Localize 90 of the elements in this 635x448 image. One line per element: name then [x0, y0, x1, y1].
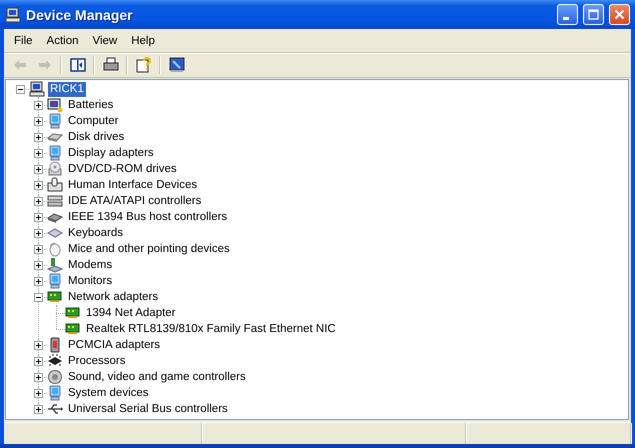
- expand-toggle[interactable]: [34, 356, 42, 366]
- network-card-icon: [65, 321, 81, 337]
- plus-icon: [34, 134, 42, 140]
- tree-item[interactable]: Network adapters: [66, 290, 160, 304]
- tree-item[interactable]: IEEE 1394 Bus host controllers: [66, 210, 230, 224]
- expand-toggle[interactable]: [34, 276, 42, 286]
- plus-icon: [34, 374, 42, 380]
- expand-toggle[interactable]: [34, 100, 42, 110]
- plus-icon: [34, 102, 42, 108]
- plus-icon: [34, 342, 42, 348]
- plus-icon: [34, 230, 42, 236]
- plus-icon: [34, 182, 42, 188]
- tree-item[interactable]: Mice and other pointing devices: [66, 242, 232, 256]
- minimize-icon: [562, 17, 568, 20]
- window-title: Device Manager: [26, 6, 134, 22]
- network-card-icon: [47, 289, 63, 305]
- tree-item[interactable]: Sound, video and game controllers: [66, 370, 248, 384]
- plus-icon: [34, 390, 42, 396]
- monitor-icon: [47, 113, 63, 129]
- plus-icon: [34, 150, 42, 156]
- expand-toggle[interactable]: [34, 180, 42, 190]
- expand-toggle[interactable]: [34, 164, 42, 174]
- tree-item[interactable]: RICK1: [48, 82, 86, 96]
- expand-toggle[interactable]: [34, 292, 42, 302]
- monitor-icon: [47, 385, 63, 401]
- tree-item[interactable]: Processors: [66, 354, 128, 368]
- expand-toggle[interactable]: [34, 228, 42, 238]
- expand-toggle[interactable]: [34, 244, 42, 254]
- plus-icon: [34, 246, 42, 252]
- plus-icon: [34, 214, 42, 220]
- tree-item[interactable]: Realtek RTL8139/810x Family Fast Ethernet NIC: [84, 322, 338, 336]
- menu-item[interactable]: File: [7, 32, 40, 48]
- menu-item[interactable]: View: [86, 32, 124, 48]
- modem-icon: [47, 257, 63, 273]
- tree-item[interactable]: Batteries: [66, 98, 116, 112]
- tree-item[interactable]: Display adapters: [66, 146, 156, 160]
- tree-item[interactable]: Disk drives: [66, 130, 126, 144]
- plus-icon: [34, 262, 42, 268]
- monitor-properties-icon: [168, 57, 184, 73]
- computer-icon: [29, 81, 45, 97]
- tree-item[interactable]: IDE ATA/ATAPI controllers: [66, 194, 204, 208]
- plus-icon: [34, 118, 42, 124]
- plus-icon: [34, 166, 42, 172]
- monitor-icon: [47, 273, 63, 289]
- tree-item[interactable]: Computer: [66, 114, 120, 128]
- tree-item[interactable]: System devices: [66, 386, 151, 400]
- expand-toggle[interactable]: [34, 388, 42, 398]
- printer-icon: [102, 57, 118, 73]
- menu-item[interactable]: Help: [124, 32, 162, 48]
- speaker-icon: [47, 369, 63, 385]
- monitor-icon: [47, 145, 63, 161]
- expand-toggle[interactable]: [34, 260, 42, 270]
- plus-icon: [34, 278, 42, 284]
- expand-toggle[interactable]: [34, 372, 42, 382]
- expand-toggle[interactable]: [34, 132, 42, 142]
- computer-icon: [5, 6, 21, 22]
- tree-item[interactable]: DVD/CD-ROM drives: [66, 162, 179, 176]
- processor-icon: [47, 353, 63, 369]
- maximize-button[interactable]: [583, 4, 604, 25]
- forward-arrow-icon: [36, 57, 52, 73]
- disc-icon: [47, 161, 63, 177]
- expand-toggle[interactable]: [34, 148, 42, 158]
- keyboard-mouse-icon: [47, 177, 63, 193]
- close-button[interactable]: [609, 4, 630, 25]
- drive-controller-icon: [47, 193, 63, 209]
- tree-item[interactable]: Human Interface Devices: [66, 178, 200, 192]
- expand-toggle[interactable]: [34, 196, 42, 206]
- mouse-icon: [47, 241, 63, 257]
- tree-item[interactable]: Universal Serial Bus controllers: [66, 402, 230, 416]
- help-icon: [136, 57, 152, 73]
- expand-toggle[interactable]: [34, 212, 42, 222]
- expand-toggle[interactable]: [34, 340, 42, 350]
- battery-icon: [47, 97, 63, 113]
- tree-item[interactable]: Modems: [66, 258, 114, 272]
- expand-toggle[interactable]: [34, 404, 42, 414]
- maximize-icon: [588, 9, 599, 20]
- plus-icon: [34, 406, 42, 412]
- plus-icon: [34, 198, 42, 204]
- tree-item[interactable]: Keyboards: [66, 226, 125, 240]
- network-card-icon: [65, 305, 81, 321]
- close-icon: [614, 9, 625, 20]
- minimize-button[interactable]: [557, 4, 578, 25]
- expand-toggle[interactable]: [34, 116, 42, 126]
- expand-toggle[interactable]: [16, 84, 24, 94]
- menu-item[interactable]: Action: [40, 32, 86, 48]
- tree-item[interactable]: Monitors: [66, 274, 114, 288]
- tree-item[interactable]: PCMCIA adapters: [66, 338, 162, 352]
- pane-icon: [70, 57, 86, 73]
- tree-item[interactable]: 1394 Net Adapter: [84, 306, 178, 320]
- plus-icon: [34, 358, 42, 364]
